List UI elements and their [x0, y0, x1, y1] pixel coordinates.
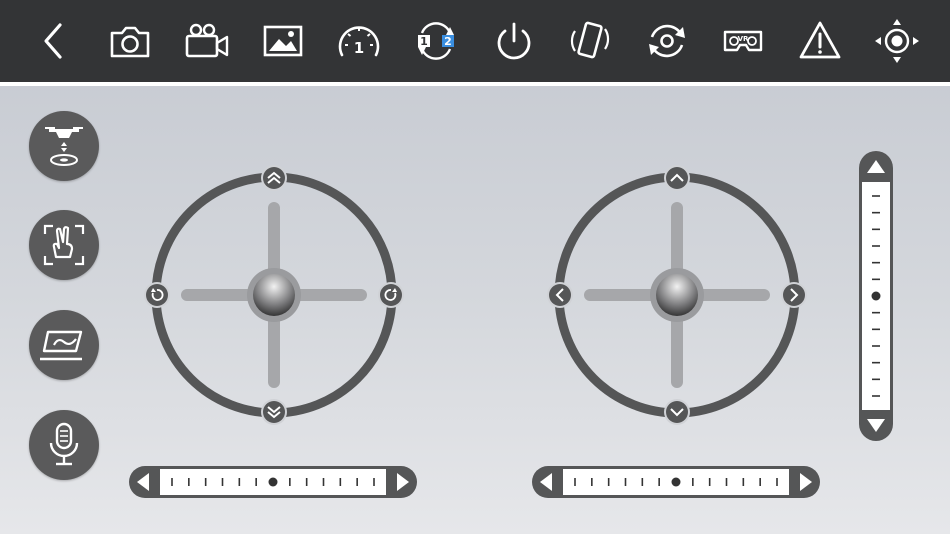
- flip-button[interactable]: [643, 17, 691, 65]
- right-joystick[interactable]: [547, 165, 807, 425]
- camera-b-text: 2: [444, 35, 452, 48]
- camera-switch-button[interactable]: 1 2: [412, 17, 460, 65]
- voice-control-button[interactable]: [29, 410, 99, 480]
- vr-text: VR: [738, 35, 749, 43]
- trim-indicator[interactable]: [871, 291, 881, 301]
- back-button[interactable]: [30, 17, 78, 65]
- vertical-trim-slider[interactable]: [859, 151, 893, 441]
- stick-knob[interactable]: [247, 268, 301, 322]
- image-icon: [263, 25, 303, 57]
- left-trim-slider[interactable]: [129, 466, 417, 498]
- camera-switch-icon: 1 2: [418, 22, 454, 60]
- trajectory-flight-button[interactable]: [29, 310, 99, 380]
- vr-mode-button[interactable]: VR: [719, 17, 767, 65]
- power-button[interactable]: [490, 17, 538, 65]
- power-icon: [497, 22, 531, 60]
- emergency-stop-button[interactable]: [796, 17, 844, 65]
- hand-gesture-icon: [43, 224, 85, 266]
- pitch-forward-button[interactable]: [664, 165, 690, 191]
- gesture-control-button[interactable]: [29, 210, 99, 280]
- speed-level-text: 1: [354, 39, 364, 57]
- trim-indicator[interactable]: [671, 477, 681, 487]
- vr-goggles-icon: VR: [723, 30, 763, 52]
- rotate-360-icon: [649, 24, 685, 58]
- camera-icon: [110, 26, 150, 58]
- speed-mode-button[interactable]: 1: [335, 17, 383, 65]
- top-toolbar: 1 1 2 VR: [0, 0, 950, 82]
- record-video-button[interactable]: [183, 17, 231, 65]
- toolbar-divider: [0, 82, 950, 86]
- left-joystick[interactable]: [144, 165, 404, 425]
- trajectory-icon: [40, 330, 83, 361]
- video-camera-icon: [185, 23, 229, 58]
- take-photo-button[interactable]: [106, 17, 154, 65]
- trim-indicator[interactable]: [268, 477, 278, 487]
- headless-mode-button[interactable]: [873, 17, 921, 65]
- camera-a-text: 1: [420, 35, 428, 48]
- direction-pad-icon: [875, 19, 919, 63]
- stick-knob[interactable]: [650, 268, 704, 322]
- microphone-icon: [49, 422, 79, 466]
- gallery-button[interactable]: [259, 17, 307, 65]
- pitch-back-button[interactable]: [664, 399, 690, 425]
- speedometer-icon: 1: [338, 26, 380, 57]
- throttle-down-button[interactable]: [261, 399, 287, 425]
- chevron-left-icon: [44, 23, 62, 59]
- yaw-left-button[interactable]: [144, 282, 170, 308]
- right-trim-slider[interactable]: [532, 466, 820, 498]
- warning-icon: [799, 21, 841, 59]
- roll-right-button[interactable]: [781, 282, 807, 308]
- takeoff-land-button[interactable]: [29, 111, 99, 181]
- phone-tilt-icon: [570, 21, 610, 59]
- throttle-up-button[interactable]: [261, 165, 287, 191]
- gravity-control-button[interactable]: [566, 17, 614, 65]
- roll-left-button[interactable]: [547, 282, 573, 308]
- drone-landing-icon: [45, 127, 83, 166]
- yaw-right-button[interactable]: [378, 282, 404, 308]
